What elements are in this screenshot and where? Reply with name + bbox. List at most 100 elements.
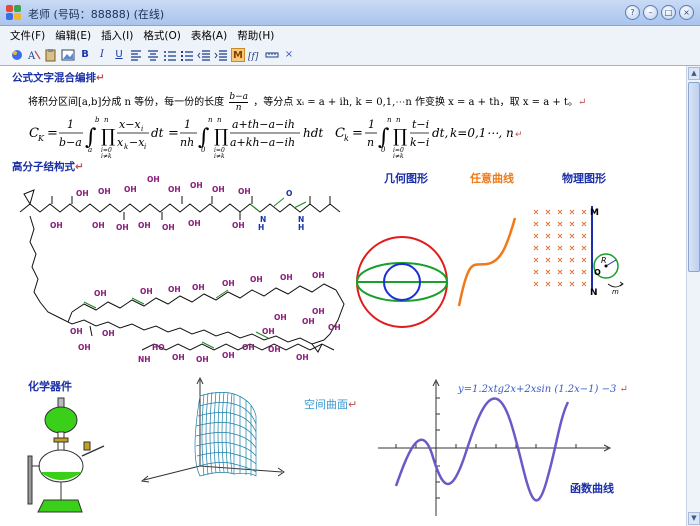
paste-icon[interactable] bbox=[44, 48, 58, 62]
menu-insert[interactable]: 插入(I) bbox=[101, 28, 133, 43]
svg-text:hdt: hdt bbox=[303, 126, 323, 140]
menu-help[interactable]: 帮助(H) bbox=[237, 28, 274, 43]
svg-text:1: 1 bbox=[368, 118, 375, 131]
title-bar: 老师 (号码：88888) (在线) ? – □ × bbox=[0, 0, 700, 26]
vertical-scrollbar[interactable]: ▲ ▼ bbox=[686, 66, 700, 526]
svg-text:OH: OH bbox=[312, 271, 325, 280]
physics-label-m-arrow: m bbox=[612, 288, 619, 296]
svg-text:OH: OH bbox=[222, 279, 235, 288]
svg-text:b: b bbox=[95, 116, 100, 124]
svg-text:OH: OH bbox=[268, 345, 281, 354]
math-mode-button[interactable]: M bbox=[231, 48, 245, 62]
paragraph-1-end: ，等分点 xᵢ = a + ih, k = 0,1,⋯n 作变换 x = a +… bbox=[253, 97, 578, 108]
window-controls: ? – □ × bbox=[625, 5, 694, 20]
font-icon[interactable]: A bbox=[27, 48, 41, 62]
close-button[interactable]: × bbox=[679, 5, 694, 20]
scroll-up-icon[interactable]: ▲ bbox=[688, 67, 700, 80]
paragraph-1-start: 将积分区间[a,b]分成 n 等份，每一份的长度 bbox=[28, 97, 225, 108]
svg-text:OH: OH bbox=[116, 223, 129, 232]
svg-text:OH: OH bbox=[172, 353, 185, 362]
maximize-button[interactable]: □ bbox=[661, 5, 676, 20]
svg-text:k−i: k−i bbox=[410, 136, 429, 149]
label-physics: 物理图形 bbox=[562, 172, 606, 185]
svg-text:OH: OH bbox=[232, 221, 245, 230]
svg-text:i≠k: i≠k bbox=[393, 153, 404, 160]
svg-text:n: n bbox=[396, 116, 401, 124]
indent-increase-icon[interactable] bbox=[214, 48, 228, 62]
physics-label-r: R bbox=[601, 256, 607, 265]
svg-text:[f]: [f] bbox=[248, 52, 259, 62]
menu-table[interactable]: 表格(A) bbox=[191, 28, 227, 43]
indent-decrease-icon[interactable] bbox=[197, 48, 211, 62]
svg-text:∏: ∏ bbox=[214, 126, 228, 147]
svg-text:OH: OH bbox=[328, 323, 341, 332]
image-icon[interactable] bbox=[61, 48, 75, 62]
close-format-button[interactable]: × bbox=[282, 48, 296, 62]
svg-text:OH: OH bbox=[140, 287, 153, 296]
svg-text:OH: OH bbox=[196, 355, 209, 364]
chem-apparatus-figure bbox=[27, 397, 105, 513]
svg-text:a+th−a−ih: a+th−a−ih bbox=[232, 118, 295, 131]
italic-button[interactable]: I bbox=[95, 48, 109, 62]
svg-text:OH: OH bbox=[190, 181, 203, 190]
svg-text:OH: OH bbox=[138, 221, 151, 230]
menu-edit[interactable]: 编辑(E) bbox=[55, 28, 91, 43]
svg-text:OH: OH bbox=[162, 223, 175, 232]
svg-text:n: n bbox=[104, 116, 109, 124]
svg-text:n: n bbox=[217, 116, 222, 124]
physics-label-n: N bbox=[590, 288, 598, 298]
svg-text:OH: OH bbox=[242, 343, 255, 352]
font-color-icon[interactable] bbox=[10, 48, 24, 62]
app-logo-icon bbox=[6, 5, 22, 21]
svg-text:i≠k: i≠k bbox=[214, 153, 225, 160]
svg-text:NH: NH bbox=[138, 355, 151, 364]
svg-text:x: x bbox=[117, 136, 124, 149]
align-center-icon[interactable] bbox=[146, 48, 160, 62]
label-surface-text: 空间曲面 bbox=[304, 398, 348, 411]
document-area[interactable]: 公式文字混合编排 ↵ 将积分区间[a,b]分成 n 等份，每一份的长度 b−a n… bbox=[0, 66, 686, 526]
svg-text:=: = bbox=[47, 126, 58, 141]
svg-text:OH: OH bbox=[312, 307, 325, 316]
label-geometry: 几何图形 bbox=[384, 172, 428, 185]
svg-text:OH: OH bbox=[212, 185, 225, 194]
svg-text:1: 1 bbox=[67, 118, 74, 131]
svg-text:n: n bbox=[387, 116, 392, 124]
svg-text:−x: −x bbox=[129, 136, 145, 149]
align-left-icon[interactable] bbox=[129, 48, 143, 62]
formula-icon[interactable]: [f] bbox=[248, 48, 262, 62]
fraction-numerator: b−a bbox=[229, 92, 249, 103]
svg-text:∏: ∏ bbox=[393, 126, 407, 147]
svg-text:i: i bbox=[141, 125, 143, 133]
svg-text:OH: OH bbox=[238, 187, 251, 196]
section-title-polymer-text: 高分子结构式 bbox=[12, 161, 75, 173]
underline-button[interactable]: U bbox=[112, 48, 126, 62]
svg-text:OH: OH bbox=[78, 343, 91, 352]
format-toolbar: A B I U M [f] × bbox=[0, 45, 700, 66]
minimize-button[interactable]: – bbox=[643, 5, 658, 20]
section-title-text: 公式文字混合编排 bbox=[12, 72, 96, 84]
svg-text:OH: OH bbox=[147, 175, 160, 184]
numbered-list-icon[interactable] bbox=[163, 48, 177, 62]
space-surface-figure bbox=[140, 376, 285, 483]
svg-text:OH: OH bbox=[302, 317, 315, 326]
svg-text:dt: dt bbox=[151, 126, 164, 140]
svg-text:dt,: dt, bbox=[432, 126, 448, 140]
svg-text:OH: OH bbox=[274, 313, 287, 322]
svg-text:OH: OH bbox=[280, 273, 293, 282]
menu-format[interactable]: 格式(O) bbox=[143, 28, 180, 43]
scroll-down-icon[interactable]: ▼ bbox=[688, 512, 700, 525]
bullet-list-icon[interactable] bbox=[180, 48, 194, 62]
svg-text:↵: ↵ bbox=[515, 130, 523, 140]
label-curve: 任意曲线 bbox=[470, 172, 514, 185]
scroll-thumb[interactable] bbox=[688, 82, 700, 272]
svg-text:OH: OH bbox=[50, 221, 63, 230]
svg-text:OH: OH bbox=[262, 327, 275, 336]
ruler-icon[interactable] bbox=[265, 48, 279, 62]
svg-text:nh: nh bbox=[180, 136, 194, 149]
polymer-structure-figure: OHOH OH OH OHOH OH OH OH OH OH OH OH OH OH ONH NH… bbox=[19, 175, 345, 364]
physics-label-o: O bbox=[594, 268, 601, 277]
bold-button[interactable]: B bbox=[78, 48, 92, 62]
svg-text:H: H bbox=[258, 223, 264, 232]
help-button[interactable]: ? bbox=[625, 5, 640, 20]
menu-file[interactable]: 文件(F) bbox=[10, 28, 45, 43]
